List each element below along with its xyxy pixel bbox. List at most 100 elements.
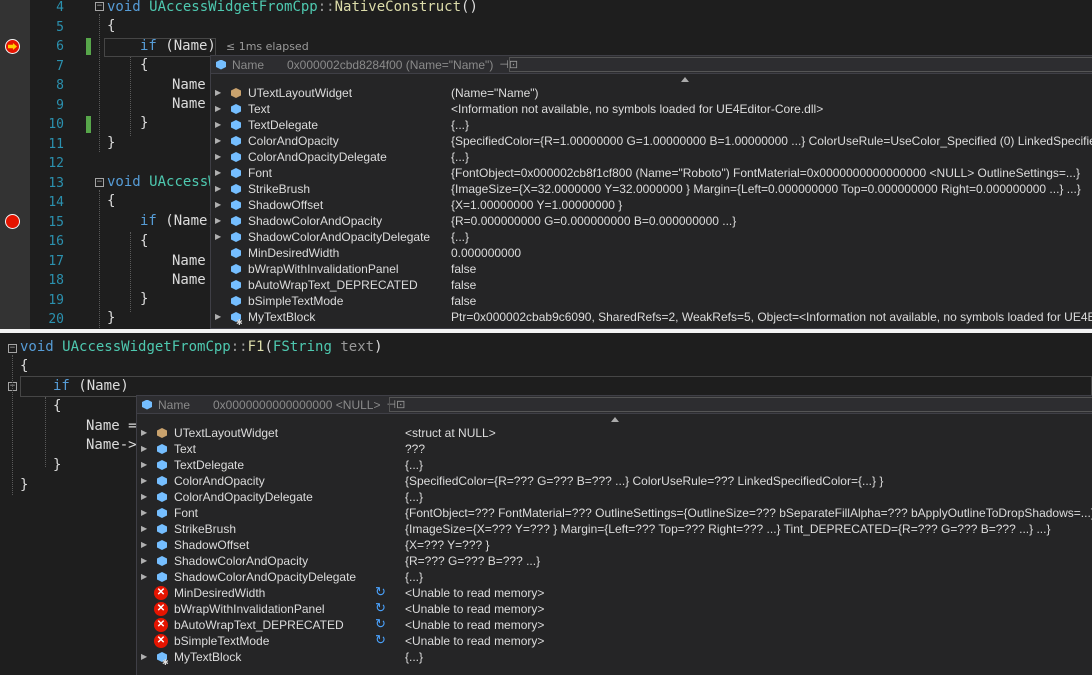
refresh-icon[interactable]: ↻	[375, 600, 386, 616]
datatip-row-value[interactable]: {SpecifiedColor={R=??? G=??? B=??? ...} …	[405, 473, 883, 489]
refresh-icon[interactable]: ↻	[375, 632, 386, 648]
collapse-icon[interactable]: −	[95, 2, 104, 11]
datatip-row-value[interactable]: {ImageSize={X=??? Y=??? } Margin={Left=?…	[405, 521, 1050, 537]
breakpoint-icon[interactable]	[5, 214, 20, 229]
datatip-row[interactable]: ▶ Font {FontObject=0x000002cb8f1cf800 (Nam…	[211, 165, 1092, 181]
datatip-row-value[interactable]: {R=??? G=??? B=??? ...}	[405, 553, 540, 569]
expand-arrow-icon[interactable]: ▶	[215, 213, 221, 229]
current-statement-breakpoint-icon[interactable]	[5, 39, 20, 54]
datatip-row[interactable]: ▶ ShadowColorAndOpacity {R=0.000000000 G=0…	[211, 213, 1092, 229]
datatip-row-value[interactable]: <Information not available, no symbols l…	[451, 101, 823, 117]
datatip-row[interactable]: ▶ ColorAndOpacityDelegate {...}	[211, 149, 1092, 165]
datatip-row[interactable]: ▶ TextDelegate {...}	[211, 117, 1092, 133]
expand-arrow-icon[interactable]: ▶	[215, 149, 221, 165]
datatip-row-value[interactable]: {FontObject=??? FontMaterial=??? Outline…	[405, 505, 1092, 521]
datatip-row[interactable]: MinDesiredWidth 0.000000000	[211, 245, 1092, 261]
refresh-icon[interactable]: ↻	[375, 584, 386, 600]
datatip-row[interactable]: ▶ ColorAndOpacity {SpecifiedColor={R=1.000…	[211, 133, 1092, 149]
scroll-up-icon[interactable]	[681, 77, 689, 82]
datatip-row[interactable]: ▶ TextDelegate {...}	[137, 457, 1092, 473]
datatip-row[interactable]: ▶ Text???	[137, 441, 1092, 457]
datatip-row-value[interactable]: 0.000000000	[451, 245, 521, 261]
expand-arrow-icon[interactable]: ▶	[215, 133, 221, 149]
datatip-row[interactable]: bSimpleTextMode false	[211, 293, 1092, 309]
expand-arrow-icon[interactable]: ▶	[215, 229, 221, 245]
datatip[interactable]: Name 0x000002cbd8284f00 (Name="Name") ⊣⊡…	[210, 55, 1092, 329]
datatip-row[interactable]: ▶ ShadowColorAndOpacity {R=??? G=??? B=???…	[137, 553, 1092, 569]
datatip-header[interactable]: Name 0x000002cbd8284f00 (Name="Name") ⊣⊡	[211, 56, 1092, 74]
datatip-row[interactable]: ✕ MinDesiredWidth ↻ <Unable to read memory>	[137, 584, 1092, 601]
datatip-row[interactable]: ▶ ✱ MyTextBlock Ptr=0x000002cbab9c6090, Sha…	[211, 309, 1092, 327]
datatip-row[interactable]: bWrapWithInvalidationPanel false	[211, 261, 1092, 277]
datatip-row[interactable]: ▶ StrikeBrush {ImageSize={X=32.0000000 Y=3…	[211, 181, 1092, 197]
expand-arrow-icon[interactable]: ▶	[141, 521, 147, 537]
datatip-row-value[interactable]: false	[451, 277, 476, 293]
datatip[interactable]: Name 0x0000000000000000 <NULL> ⊣⊡ ▶ UText…	[136, 395, 1092, 675]
expand-arrow-icon[interactable]: ▶	[141, 441, 147, 457]
scroll-up-icon[interactable]	[611, 417, 619, 422]
datatip-row[interactable]: ✕ bWrapWithInvalidationPanel ↻ <Unable to r…	[137, 600, 1092, 617]
datatip-row[interactable]: ▶ UTextLayoutWidget <struct at NULL>	[137, 425, 1092, 441]
expand-arrow-icon[interactable]: ▶	[215, 117, 221, 133]
expand-arrow-icon[interactable]: ▶	[141, 505, 147, 521]
datatip-row[interactable]: ▶ Text <Information not available, no symb…	[211, 101, 1092, 117]
datatip-row-value[interactable]: ???	[405, 441, 425, 457]
datatip-row[interactable]: ▶ ColorAndOpacityDelegate {...}	[137, 489, 1092, 505]
expand-arrow-icon[interactable]: ▶	[215, 197, 221, 213]
datatip-row-value[interactable]: {X=1.00000000 Y=1.00000000 }	[451, 197, 622, 213]
expand-arrow-icon[interactable]: ▶	[215, 165, 221, 181]
datatip-row[interactable]: ▶ UTextLayoutWidget (Name="Name")	[211, 85, 1092, 101]
datatip-row-value[interactable]: {...}	[451, 149, 469, 165]
datatip-row[interactable]: ▶ ShadowOffset {X=1.00000000 Y=1.00000000 …	[211, 197, 1092, 213]
datatip-row-value[interactable]: false	[451, 293, 476, 309]
datatip-value[interactable]: 0x0000000000000000 <NULL>	[213, 398, 380, 412]
datatip-row[interactable]: bAutoWrapText_DEPRECATED false	[211, 277, 1092, 293]
datatip-row[interactable]: ▶ ✱ MyTextBlock {...}	[137, 649, 1092, 667]
expand-arrow-icon[interactable]: ▶	[215, 181, 221, 197]
datatip-row-value[interactable]: {...}	[405, 569, 423, 585]
datatip-row-value[interactable]: {ImageSize={X=32.0000000 Y=32.0000000 } …	[451, 181, 1081, 197]
datatip-value[interactable]: 0x000002cbd8284f00 (Name="Name")	[287, 58, 493, 72]
datatip-row-value[interactable]: {R=0.000000000 G=0.000000000 B=0.0000000…	[451, 213, 736, 229]
datatip-row-value[interactable]: <Unable to read memory>	[405, 601, 544, 617]
datatip-header[interactable]: Name 0x0000000000000000 <NULL> ⊣⊡	[137, 396, 1092, 414]
datatip-row[interactable]: ▶ Font {FontObject=??? FontMaterial=??? Ou…	[137, 505, 1092, 521]
expand-arrow-icon[interactable]: ▶	[215, 85, 221, 101]
datatip-row-value[interactable]: Ptr=0x000002cbab9c6090, SharedRefs=2, We…	[451, 309, 1092, 325]
collapse-icon[interactable]: −	[8, 344, 17, 353]
expand-arrow-icon[interactable]: ▶	[141, 489, 147, 505]
expand-arrow-icon[interactable]: ▶	[141, 425, 147, 441]
datatip-row-value[interactable]: (Name="Name")	[451, 85, 539, 101]
expand-arrow-icon[interactable]: ▶	[141, 537, 147, 553]
expand-arrow-icon[interactable]: ▶	[141, 649, 147, 665]
expand-arrow-icon[interactable]: ▶	[141, 473, 147, 489]
datatip-row-value[interactable]: <Unable to read memory>	[405, 617, 544, 633]
datatip-row[interactable]: ▶ StrikeBrush {ImageSize={X=??? Y=??? } Ma…	[137, 521, 1092, 537]
expand-arrow-icon[interactable]: ▶	[215, 101, 221, 117]
refresh-icon[interactable]: ↻	[375, 616, 386, 632]
datatip-row[interactable]: ▶ ShadowColorAndOpacityDelegate {...}	[137, 569, 1092, 585]
datatip-row-value[interactable]: <Unable to read memory>	[405, 585, 544, 601]
datatip-row[interactable]: ▶ ShadowOffset {X=??? Y=??? }	[137, 537, 1092, 553]
expand-arrow-icon[interactable]: ▶	[141, 553, 147, 569]
datatip-row-value[interactable]: {...}	[405, 649, 423, 665]
datatip-row-value[interactable]: {FontObject=0x000002cb8f1cf800 (Name="Ro…	[451, 165, 1080, 181]
datatip-row[interactable]: ✕ bAutoWrapText_DEPRECATED ↻ <Unable to rea…	[137, 616, 1092, 633]
datatip-row-value[interactable]: {...}	[405, 457, 423, 473]
datatip-row[interactable]: ✕ bSimpleTextMode ↻ <Unable to read memory>	[137, 632, 1092, 649]
datatip-row-value[interactable]: <struct at NULL>	[405, 425, 496, 441]
expand-arrow-icon[interactable]: ▶	[141, 457, 147, 473]
datatip-expression-box[interactable]	[509, 57, 1092, 72]
datatip-row-value[interactable]: {...}	[451, 117, 469, 133]
collapse-icon[interactable]: −	[95, 178, 104, 187]
expand-arrow-icon[interactable]: ▶	[141, 569, 147, 585]
expand-arrow-icon[interactable]: ▶	[215, 309, 221, 325]
datatip-row-value[interactable]: {SpecifiedColor={R=1.00000000 G=1.000000…	[451, 133, 1092, 149]
datatip-expression-box[interactable]	[389, 397, 1092, 412]
datatip-row-value[interactable]: {...}	[405, 489, 423, 505]
datatip-row[interactable]: ▶ ShadowColorAndOpacityDelegate {...}	[211, 229, 1092, 245]
datatip-row-value[interactable]: {...}	[451, 229, 469, 245]
datatip-row-value[interactable]: {X=??? Y=??? }	[405, 537, 490, 553]
datatip-row-value[interactable]: false	[451, 261, 476, 277]
datatip-row[interactable]: ▶ ColorAndOpacity {SpecifiedColor={R=??? G…	[137, 473, 1092, 489]
